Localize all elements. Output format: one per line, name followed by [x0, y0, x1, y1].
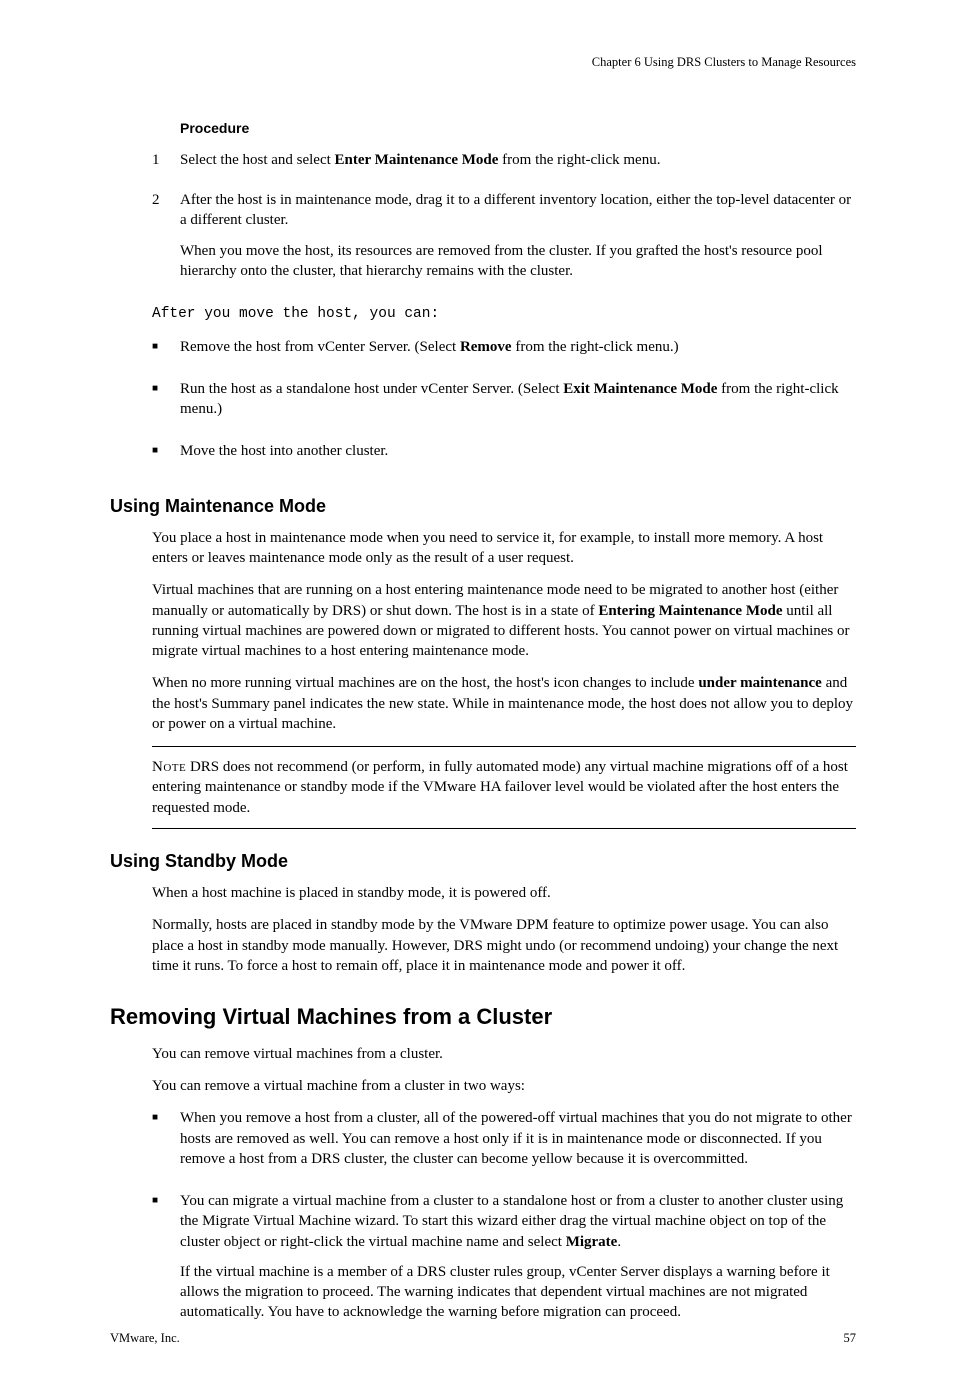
note-box: Note DRS does not recommend (or perform,…: [152, 746, 856, 829]
topic-intro-remove-vms: You can remove virtual machines from a c…: [152, 1044, 856, 1097]
paragraph: Remove the host from vCenter Server. (Se…: [180, 337, 856, 357]
list-item: Run the host as a standalone host under …: [110, 379, 856, 430]
list-item: Move the host into another cluster.: [110, 441, 856, 471]
page: Chapter 6 Using DRS Clusters to Manage R…: [0, 0, 954, 1395]
section-heading-maintenance: Using Maintenance Mode: [110, 494, 856, 518]
list-item: Remove the host from vCenter Server. (Se…: [110, 337, 856, 367]
list-item: You can migrate a virtual machine from a…: [110, 1191, 856, 1333]
step-number: 1: [152, 150, 180, 180]
procedure-step: 1Select the host and select Enter Mainte…: [110, 150, 856, 180]
paragraph: When you remove a host from a cluster, a…: [180, 1108, 856, 1169]
paragraph: When a host machine is placed in standby…: [152, 883, 856, 903]
section-body-standby: When a host machine is placed in standby…: [152, 883, 856, 976]
list-item: When you remove a host from a cluster, a…: [110, 1108, 856, 1179]
section-body-maintenance: You place a host in maintenance mode whe…: [152, 528, 856, 734]
page-footer: VMware, Inc. 57: [110, 1330, 856, 1347]
procedure-step: 2After the host is in maintenance mode, …: [110, 190, 856, 291]
post-move-options: Remove the host from vCenter Server. (Se…: [110, 337, 856, 472]
paragraph: When you move the host, its resources ar…: [180, 241, 856, 282]
paragraph: Normally, hosts are placed in standby mo…: [152, 915, 856, 976]
note-label: Note: [152, 759, 186, 775]
running-head: Chapter 6 Using DRS Clusters to Manage R…: [110, 54, 856, 71]
paragraph: Move the host into another cluster.: [180, 441, 856, 461]
remove-vm-bullets: When you remove a host from a cluster, a…: [110, 1108, 856, 1332]
paragraph: Run the host as a standalone host under …: [180, 379, 856, 420]
note-body: DRS does not recommend (or perform, in f…: [152, 759, 848, 816]
paragraph: After the host is in maintenance mode, d…: [180, 190, 856, 231]
step-number: 2: [152, 190, 180, 291]
paragraph: If the virtual machine is a member of a …: [180, 1262, 856, 1323]
paragraph: You place a host in maintenance mode whe…: [152, 528, 856, 569]
footer-left: VMware, Inc.: [110, 1330, 180, 1347]
procedure-steps: 1Select the host and select Enter Mainte…: [110, 150, 856, 291]
footer-right: 57: [844, 1330, 857, 1347]
paragraph: When no more running virtual machines ar…: [152, 673, 856, 734]
paragraph: You can migrate a virtual machine from a…: [180, 1191, 856, 1252]
paragraph: Virtual machines that are running on a h…: [152, 580, 856, 661]
section-heading-standby: Using Standby Mode: [110, 849, 856, 873]
paragraph: You can remove a virtual machine from a …: [152, 1076, 856, 1096]
paragraph: Select the host and select Enter Mainten…: [180, 150, 856, 170]
paragraph: You can remove virtual machines from a c…: [152, 1044, 856, 1064]
code-line: After you move the host, you can:: [152, 305, 856, 325]
topic-heading-remove-vms: Removing Virtual Machines from a Cluster: [110, 1002, 856, 1032]
procedure-heading: Procedure: [180, 119, 856, 138]
